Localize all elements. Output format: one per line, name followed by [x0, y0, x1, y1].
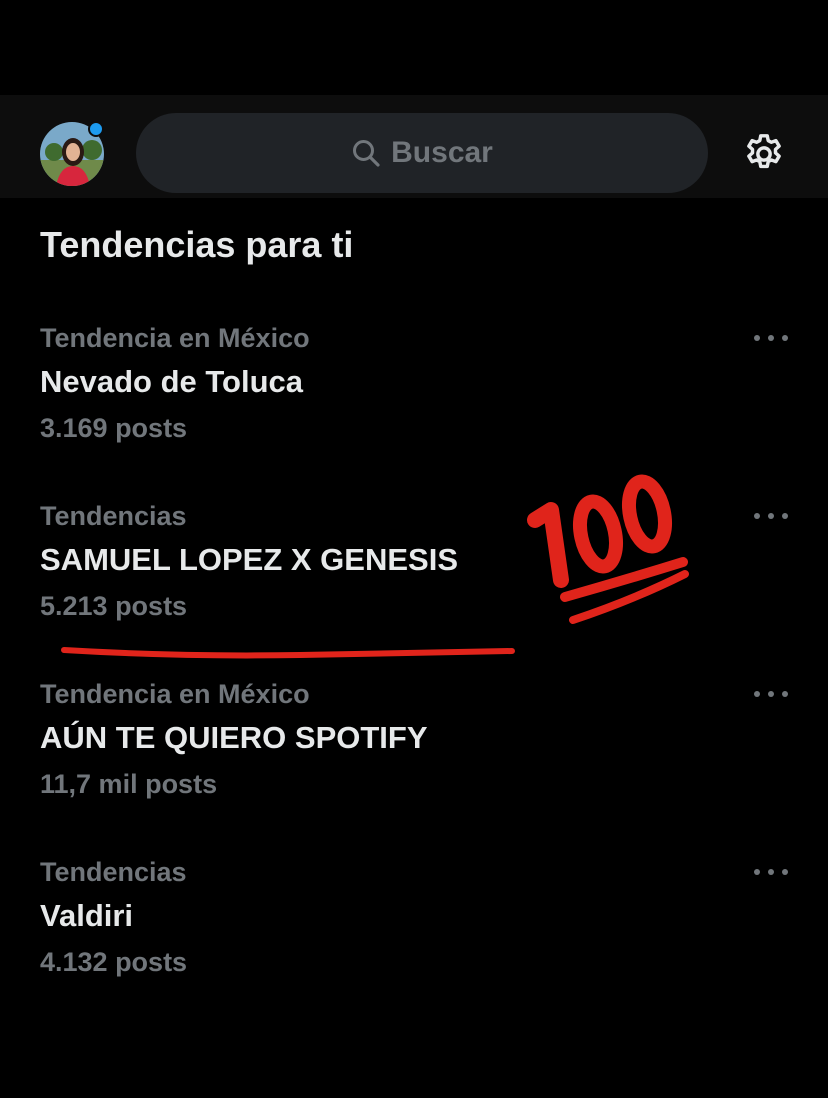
trend-item[interactable]: Tendencia en México AÚN TE QUIERO SPOTIF… [40, 679, 740, 829]
more-options-icon[interactable] [754, 867, 788, 877]
search-placeholder: Buscar [391, 136, 493, 169]
gear-icon[interactable] [741, 131, 787, 177]
section-title: Tendencias para ti [40, 224, 354, 265]
trend-name: Valdiri [40, 898, 134, 933]
trend-post-count: 11,7 mil posts [40, 769, 218, 799]
search-icon [353, 140, 380, 167]
red-underline-annotation [61, 647, 515, 659]
trend-item[interactable]: Tendencias Valdiri 4.132 posts [40, 857, 740, 1007]
trend-category: Tendencias [40, 501, 187, 531]
trend-name: AÚN TE QUIERO SPOTIFY [40, 720, 428, 755]
hundred-points-icon [527, 474, 689, 624]
trend-post-count: 3.169 posts [40, 413, 188, 443]
trend-post-count: 5.213 posts [40, 591, 188, 621]
more-options-icon[interactable] [754, 333, 788, 343]
more-options-icon[interactable] [754, 511, 788, 521]
search-bar[interactable]: Buscar [136, 113, 708, 193]
trend-post-count: 4.132 posts [40, 947, 188, 977]
trend-name: Nevado de Toluca [40, 364, 303, 399]
trend-item[interactable]: Tendencia en México Nevado de Toluca 3.1… [40, 323, 740, 473]
more-options-icon[interactable] [754, 689, 788, 699]
trend-name: SAMUEL LOPEZ X GENESIS [40, 542, 459, 577]
trend-category: Tendencia en México [40, 679, 310, 709]
notification-dot [88, 121, 104, 137]
trend-category: Tendencias [40, 857, 187, 887]
trend-category: Tendencia en México [40, 323, 310, 353]
